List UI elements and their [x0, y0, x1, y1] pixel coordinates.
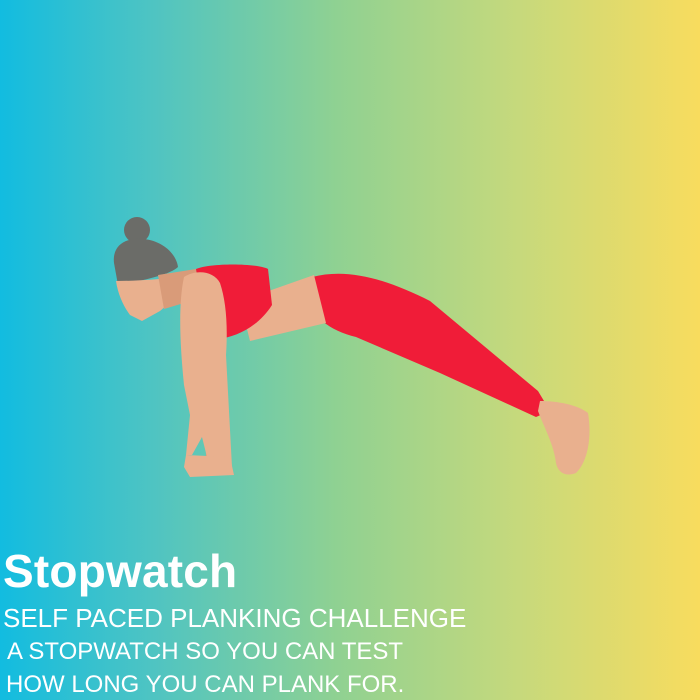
- app-title: Stopwatch: [3, 545, 238, 597]
- description-line-2: HOW LONG YOU CAN PLANK FOR.: [6, 671, 405, 698]
- description-line-1: A STOPWATCH SO YOU CAN TEST: [7, 638, 404, 665]
- plank-woman-illustration: [100, 205, 600, 490]
- app-subtitle: SELF PACED PLANKING CHALLENGE: [3, 603, 467, 633]
- app-card: Stopwatch SELF PACED PLANKING CHALLENGE …: [0, 0, 700, 700]
